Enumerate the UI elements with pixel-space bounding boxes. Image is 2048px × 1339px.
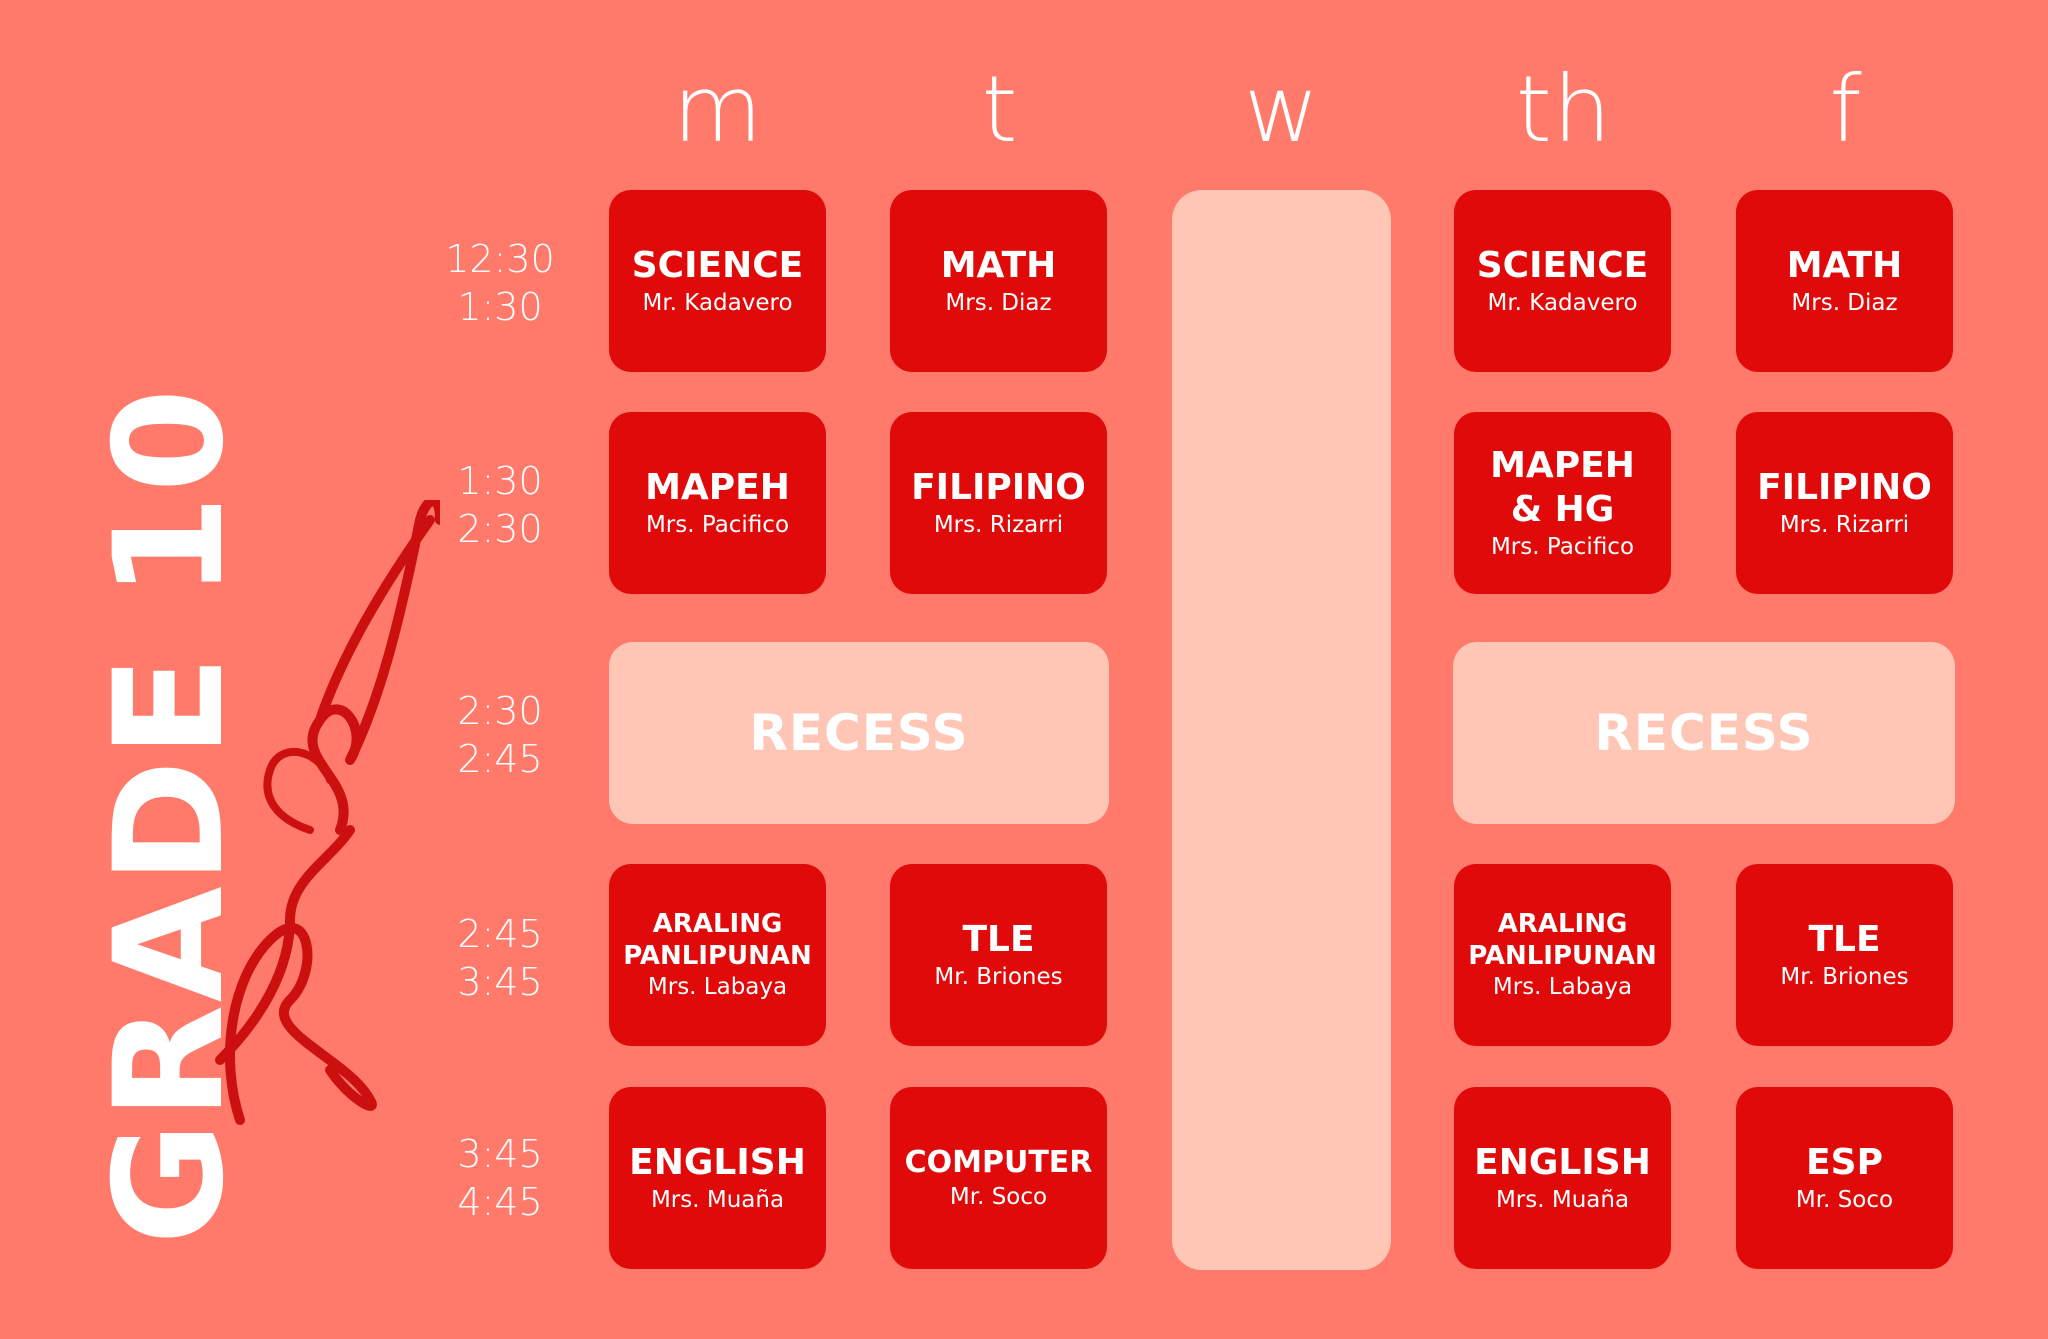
- recess-bar-mon-tue: RECESS: [609, 642, 1109, 824]
- class-card: FILIPINO Mrs. Rizarri: [890, 412, 1107, 594]
- subject-name: FILIPINO: [1757, 467, 1932, 508]
- time-end: 4:45: [457, 1180, 543, 1224]
- class-card: SCIENCE Mr. Kadavero: [1454, 190, 1671, 372]
- class-card: TLE Mr. Briones: [890, 864, 1107, 1046]
- class-card: ARALING PANLIPUNAN Mrs. Labaya: [609, 864, 826, 1046]
- day-header-thursday: th: [1515, 56, 1613, 163]
- wednesday-block: [1172, 190, 1391, 1270]
- day-header-wednesday: w: [1243, 56, 1321, 163]
- time-end: 3:45: [457, 960, 543, 1004]
- class-card: MAPEH Mrs. Pacifico: [609, 412, 826, 594]
- subject-name: ENGLISH: [1474, 1142, 1651, 1183]
- teacher-name: Mrs. Labaya: [1492, 974, 1633, 1000]
- class-card: ENGLISH Mrs. Muaña: [609, 1087, 826, 1269]
- subject-name: ARALING PANLIPUNAN: [623, 909, 812, 971]
- teacher-name: Mrs. Rizarri: [1779, 512, 1910, 538]
- time-start: 3:45: [457, 1132, 543, 1176]
- teacher-name: Mrs. Rizarri: [933, 512, 1064, 538]
- time-end: 1:30: [457, 285, 543, 329]
- class-card: TLE Mr. Briones: [1736, 864, 1953, 1046]
- section-script-ruby: [215, 500, 440, 1125]
- time-end: 2:30: [457, 507, 543, 551]
- subject-name: ENGLISH: [629, 1142, 806, 1183]
- subject-name: TLE: [1808, 919, 1881, 960]
- class-card: MATH Mrs. Diaz: [1736, 190, 1953, 372]
- teacher-name: Mr. Soco: [1795, 1187, 1894, 1213]
- teacher-name: Mrs. Muaña: [1495, 1187, 1630, 1213]
- class-card: MATH Mrs. Diaz: [890, 190, 1107, 372]
- time-slot-5: 3:45 4:45: [440, 1130, 560, 1226]
- day-header-friday: f: [1829, 56, 1863, 163]
- teacher-name: Mrs. Pacifico: [1490, 534, 1635, 560]
- time-slot-1: 12:30 1:30: [440, 235, 560, 331]
- time-slot-3: 2:30 2:45: [440, 687, 560, 783]
- class-card: MAPEH & HG Mrs. Pacifico: [1454, 412, 1671, 594]
- time-start: 2:30: [457, 689, 543, 733]
- teacher-name: Mrs. Muaña: [650, 1187, 785, 1213]
- time-start: 2:45: [457, 912, 543, 956]
- subject-name: ESP: [1806, 1142, 1883, 1183]
- subject-name: TLE: [962, 919, 1035, 960]
- teacher-name: Mr. Briones: [1780, 964, 1909, 990]
- time-start: 12:30: [445, 237, 555, 281]
- teacher-name: Mrs. Diaz: [1791, 290, 1898, 316]
- time-end: 2:45: [457, 737, 543, 781]
- class-card: FILIPINO Mrs. Rizarri: [1736, 412, 1953, 594]
- class-card: ESP Mr. Soco: [1736, 1087, 1953, 1269]
- time-start: 1:30: [457, 459, 543, 503]
- teacher-name: Mrs. Diaz: [945, 290, 1052, 316]
- teacher-name: Mr. Briones: [934, 964, 1063, 990]
- teacher-name: Mr. Kadavero: [642, 290, 793, 316]
- subject-name: MATH: [1786, 245, 1903, 286]
- class-card: ARALING PANLIPUNAN Mrs. Labaya: [1454, 864, 1671, 1046]
- teacher-name: Mrs. Pacifico: [645, 512, 790, 538]
- subject-name: MAPEH & HG: [1490, 445, 1635, 530]
- time-slot-2: 1:30 2:30: [440, 457, 560, 553]
- subject-name: ARALING PANLIPUNAN: [1468, 909, 1657, 971]
- teacher-name: Mr. Kadavero: [1487, 290, 1638, 316]
- class-card: COMPUTER Mr. Soco: [890, 1087, 1107, 1269]
- day-header-monday: m: [672, 56, 764, 163]
- subject-name: SCIENCE: [631, 245, 804, 286]
- subject-name: MATH: [940, 245, 1057, 286]
- teacher-name: Mrs. Labaya: [647, 974, 788, 1000]
- day-header-tuesday: t: [981, 56, 1019, 163]
- subject-name: SCIENCE: [1476, 245, 1649, 286]
- class-card: SCIENCE Mr. Kadavero: [609, 190, 826, 372]
- subject-name: MAPEH: [645, 467, 790, 508]
- recess-bar-thu-fri: RECESS: [1453, 642, 1955, 824]
- teacher-name: Mr. Soco: [949, 1184, 1048, 1210]
- time-slot-4: 2:45 3:45: [440, 910, 560, 1006]
- subject-name: COMPUTER: [904, 1145, 1093, 1180]
- subject-name: FILIPINO: [911, 467, 1086, 508]
- class-card: ENGLISH Mrs. Muaña: [1454, 1087, 1671, 1269]
